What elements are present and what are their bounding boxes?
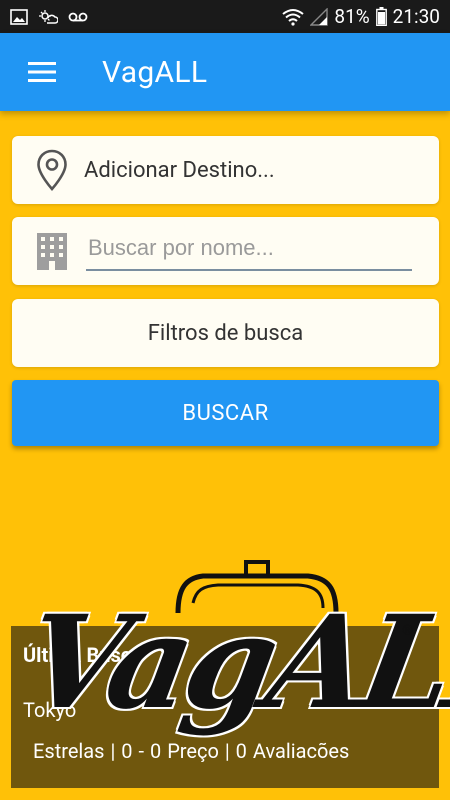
- destination-label: Adicionar Destino...: [84, 157, 275, 183]
- search-filters-label: Filtros de busca: [147, 320, 304, 346]
- last-search-panel[interactable]: Última Busca Tokyo Estrelas | 0 - 0 Preç…: [11, 626, 439, 788]
- menu-button[interactable]: [12, 42, 72, 102]
- clock: 21:30: [392, 5, 440, 28]
- add-destination-field[interactable]: Adicionar Destino...: [12, 136, 439, 204]
- building-icon: [28, 231, 76, 271]
- search-by-name-input[interactable]: [86, 231, 412, 271]
- location-pin-icon: [28, 149, 76, 191]
- search-filters-button[interactable]: Filtros de busca: [12, 299, 439, 367]
- app-bar: VagALL: [0, 33, 450, 111]
- gallery-notification-icon: [10, 8, 28, 25]
- search-button[interactable]: BUSCAR: [12, 380, 439, 446]
- weather-notification-icon: [38, 9, 58, 25]
- wifi-icon: [282, 8, 305, 26]
- last-search-city: Tokyo: [23, 698, 77, 722]
- status-right: 81% 21:30: [282, 5, 440, 28]
- suitcase-handle-icon: [175, 560, 339, 614]
- status-left: [10, 8, 88, 25]
- battery-icon: [375, 7, 387, 26]
- app-title: VagALL: [102, 54, 208, 90]
- hamburger-menu-icon: [28, 62, 56, 82]
- name-search-card: [12, 217, 439, 285]
- signal-icon: [310, 7, 329, 26]
- last-search-title: Última Busca: [23, 643, 142, 667]
- last-search-stats: Estrelas | 0 - 0 Preço | 0 Avaliacões: [33, 739, 350, 763]
- battery-percent: 81%: [334, 5, 370, 28]
- voicemail-icon: [68, 11, 88, 23]
- status-bar: 81% 21:30: [0, 0, 450, 33]
